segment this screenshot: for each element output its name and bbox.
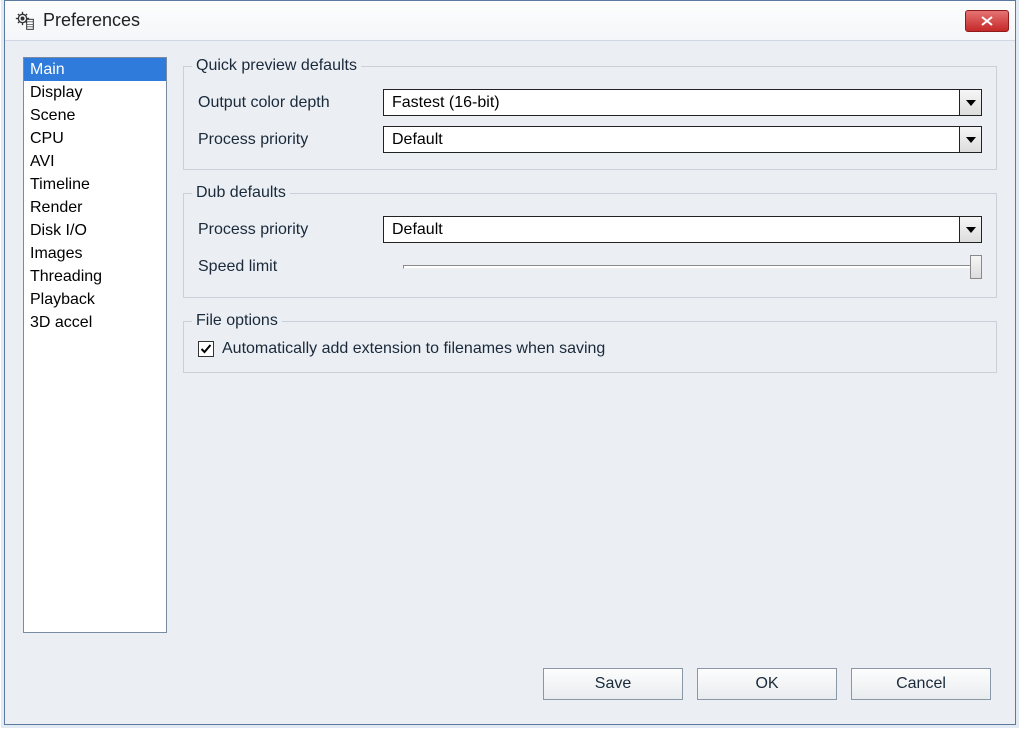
sidebar-item-threading[interactable]: Threading [24, 265, 166, 288]
sidebar-item-images[interactable]: Images [24, 242, 166, 265]
close-icon [980, 16, 994, 26]
chevron-down-icon [959, 90, 981, 115]
client-area: MainDisplaySceneCPUAVITimelineRenderDisk… [5, 41, 1015, 724]
select-value: Default [384, 131, 959, 149]
sidebar-item-disk-i-o[interactable]: Disk I/O [24, 219, 166, 242]
group-legend: File options [192, 312, 282, 330]
group-legend: Quick preview defaults [192, 57, 361, 75]
cancel-button[interactable]: Cancel [851, 668, 991, 700]
speed-limit-slider[interactable] [403, 253, 982, 281]
speed-limit-label: Speed limit [198, 258, 403, 276]
titlebar: Preferences [5, 1, 1015, 41]
group-quick-preview: Quick preview defaults Output color dept… [183, 57, 997, 170]
output-color-depth-select[interactable]: Fastest (16-bit) [383, 89, 982, 116]
ok-button[interactable]: OK [697, 668, 837, 700]
close-button[interactable] [965, 10, 1009, 32]
output-color-depth-label: Output color depth [198, 94, 383, 112]
sidebar-item-display[interactable]: Display [24, 81, 166, 104]
auto-extension-checkbox[interactable]: Automatically add extension to filenames… [198, 340, 982, 358]
group-legend: Dub defaults [192, 184, 290, 202]
qp-process-priority-select[interactable]: Default [383, 126, 982, 153]
check-icon [200, 343, 212, 355]
sidebar-item-timeline[interactable]: Timeline [24, 173, 166, 196]
select-value: Fastest (16-bit) [384, 94, 959, 112]
sidebar-item-render[interactable]: Render [24, 196, 166, 219]
chevron-down-icon [959, 217, 981, 242]
group-file-options: File options Automatically add extension… [183, 312, 997, 373]
sidebar-item-main[interactable]: Main [24, 58, 166, 81]
app-gear-film-icon [15, 11, 35, 31]
sidebar-item-3d-accel[interactable]: 3D accel [24, 311, 166, 334]
dialog-buttons: Save OK Cancel [543, 668, 991, 700]
checkbox-label: Automatically add extension to filenames… [222, 340, 605, 358]
dub-process-priority-label: Process priority [198, 221, 383, 239]
qp-process-priority-label: Process priority [198, 131, 383, 149]
save-button[interactable]: Save [543, 668, 683, 700]
group-dub-defaults: Dub defaults Process priority Default [183, 184, 997, 298]
checkbox-box [198, 341, 214, 357]
slider-thumb[interactable] [970, 255, 982, 279]
sidebar-item-avi[interactable]: AVI [24, 150, 166, 173]
sidebar-item-scene[interactable]: Scene [24, 104, 166, 127]
preferences-window: Preferences MainDisplaySceneCPUAVITimeli… [4, 0, 1016, 725]
category-list[interactable]: MainDisplaySceneCPUAVITimelineRenderDisk… [23, 57, 167, 633]
slider-track [403, 265, 982, 269]
sidebar-item-playback[interactable]: Playback [24, 288, 166, 311]
settings-panel: Quick preview defaults Output color dept… [183, 57, 997, 708]
dub-process-priority-select[interactable]: Default [383, 216, 982, 243]
chevron-down-icon [959, 127, 981, 152]
window-title: Preferences [43, 10, 965, 31]
sidebar-item-cpu[interactable]: CPU [24, 127, 166, 150]
select-value: Default [384, 221, 959, 239]
